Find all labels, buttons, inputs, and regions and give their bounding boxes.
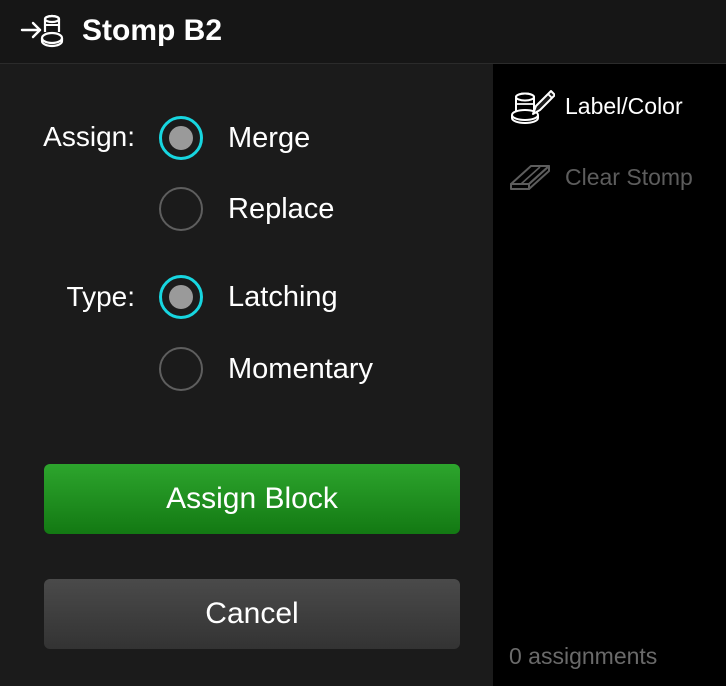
radio-replace-label: Replace: [228, 193, 335, 225]
radio-latching[interactable]: Latching: [159, 273, 338, 321]
radio-momentary-indicator[interactable]: [159, 347, 203, 391]
assign-options-panel: Assign: Merge Replace Type: Latching Mom…: [0, 64, 493, 686]
clear-stomp-label: Clear Stomp: [565, 164, 693, 190]
radio-replace-indicator[interactable]: [159, 187, 203, 231]
radio-merge-indicator[interactable]: [159, 116, 203, 160]
radio-latching-indicator[interactable]: [159, 275, 203, 319]
radio-merge[interactable]: Merge: [159, 114, 310, 162]
cancel-button[interactable]: Cancel: [44, 579, 460, 649]
radio-momentary[interactable]: Momentary: [159, 345, 373, 393]
radio-replace[interactable]: Replace: [159, 185, 334, 233]
label-color-button[interactable]: Label/Color: [509, 88, 683, 124]
footswitch-assign-icon: [20, 14, 64, 48]
assign-group-label: Assign:: [43, 121, 135, 152]
assign-block-button[interactable]: Assign Block: [44, 464, 460, 534]
radio-latching-label: Latching: [228, 281, 338, 313]
radio-merge-label: Merge: [228, 122, 311, 154]
stomp-assign-dialog: Stomp B2 Assign: Merge Replace Type: Lat…: [0, 0, 726, 686]
assignments-count: 0 assignments: [509, 643, 658, 669]
clear-stomp-button[interactable]: Clear Stomp: [509, 159, 693, 195]
side-panel: Label/Color Clear Stomp 0 assignments: [493, 64, 726, 686]
label-color-label: Label/Color: [565, 93, 683, 119]
type-group-label: Type:: [66, 281, 135, 312]
stack-pencil-icon: [511, 90, 555, 124]
title-bar: Stomp B2: [0, 0, 726, 64]
eraser-icon: [510, 165, 550, 190]
page-title: Stomp B2: [82, 14, 223, 47]
radio-momentary-label: Momentary: [228, 353, 374, 385]
